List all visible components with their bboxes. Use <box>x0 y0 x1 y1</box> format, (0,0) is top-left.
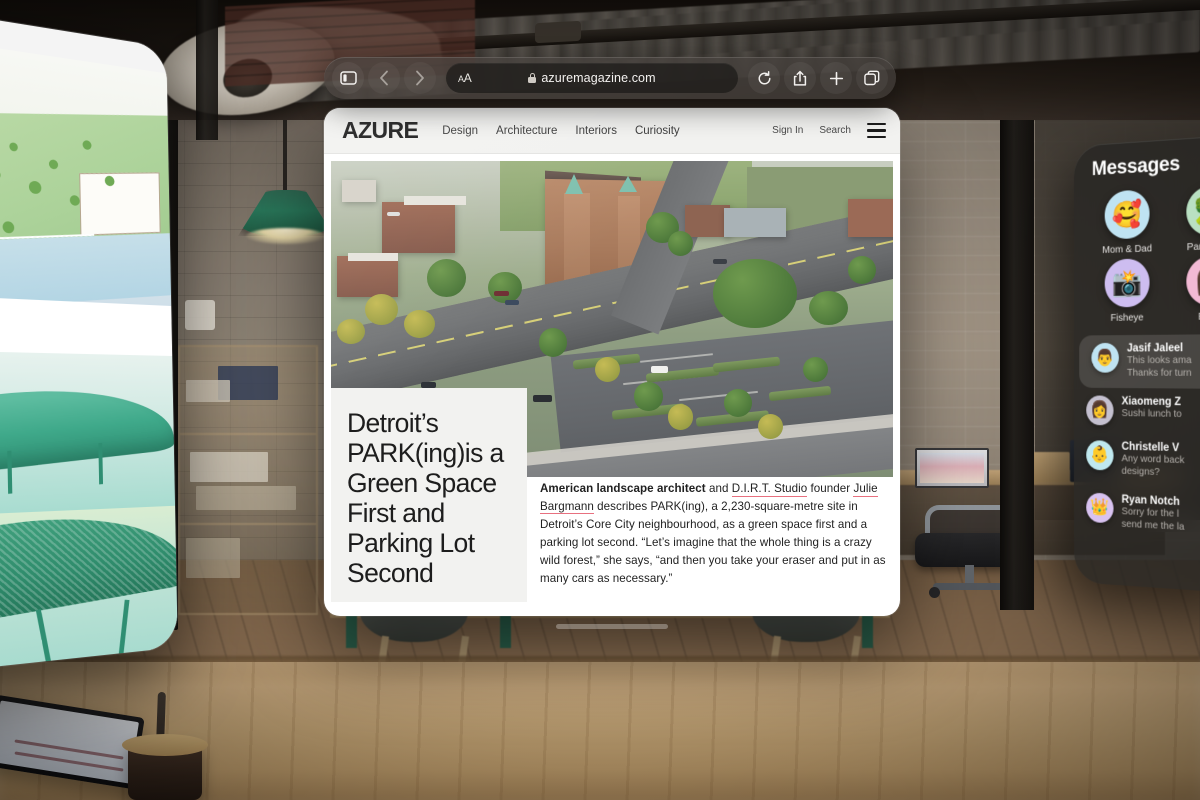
pinned-avatar: 🥦 <box>1186 184 1200 237</box>
tabs-overview-icon[interactable] <box>856 62 888 94</box>
avatar: 👨 <box>1091 342 1119 373</box>
pinned-conversation[interactable]: 🥦 Park Proje <box>1172 184 1200 254</box>
url-text: azuremagazine.com <box>541 71 656 85</box>
text-size-button[interactable]: AA <box>446 71 472 85</box>
avatar: 👑 <box>1086 492 1114 524</box>
new-tab-icon[interactable] <box>820 62 852 94</box>
pinned-name: Mom & Dad <box>1102 242 1153 256</box>
bridge-render-top <box>0 349 176 519</box>
pinned-conversation[interactable]: 📸 Fisheye <box>1091 258 1163 324</box>
lock-icon <box>528 73 537 83</box>
article-text-1: and <box>705 482 732 495</box>
pinned-name: Brian <box>1172 310 1200 323</box>
pendant-lamp-glow <box>246 228 326 244</box>
conversation-name: Xiaomeng Z <box>1121 395 1181 408</box>
article-lead-bold: American landscape architect <box>540 482 706 495</box>
article-text-2: founder <box>807 482 854 495</box>
wall-outlet <box>185 300 215 330</box>
text-size-large-a: A <box>463 71 472 85</box>
list-item[interactable]: 👨 Jasif Jaleel This looks ama Thanks for… <box>1079 334 1200 389</box>
shelf-box <box>186 538 240 578</box>
pinned-name: Fisheye <box>1110 311 1144 324</box>
pinned-avatar: 🥰 <box>1104 189 1150 240</box>
article-headline-block: Detroit’s PARK(ing)is a Green Space Firs… <box>331 388 527 603</box>
pinned-avatar: 📸 <box>1104 258 1150 308</box>
url-bar[interactable]: AA azuremagazine.com <box>446 63 738 93</box>
nav-item-architecture[interactable]: Architecture <box>496 125 557 137</box>
reload-icon[interactable] <box>748 62 780 94</box>
ceiling-pipe <box>196 0 218 140</box>
nav-item-curiosity[interactable]: Curiosity <box>635 125 680 137</box>
forward-chevron-icon[interactable] <box>404 62 436 94</box>
conversation-preview-line1: This looks ama <box>1126 354 1192 366</box>
avatar: 👶 <box>1086 440 1114 471</box>
link-dirt-studio[interactable]: D.I.R.T. Studio <box>731 482 808 497</box>
back-chevron-icon[interactable] <box>368 62 400 94</box>
site-header: AZURE Design Architecture Interiors Curi… <box>324 108 900 154</box>
hamburger-menu-icon[interactable] <box>867 122 886 139</box>
conversation-preview-line2: send me the la <box>1121 518 1185 533</box>
pinned-conversation[interactable]: 👩 Brian <box>1172 255 1200 323</box>
window-grab-bar[interactable] <box>556 624 668 629</box>
conversation-name: Jasif Jaleel <box>1126 342 1184 355</box>
left-document-window[interactable]: Presentation n Bridge ing Areas <box>0 0 178 680</box>
pinned-name: Park Proje <box>1186 240 1200 254</box>
list-item[interactable]: 👑 Ryan Notch Sorry for the l send me the… <box>1074 484 1200 545</box>
shelf-box <box>186 380 230 402</box>
safari-browser-window[interactable]: AZURE Design Architecture Interiors Curi… <box>324 108 900 616</box>
conversation-preview-line2: Thanks for turn <box>1126 367 1192 380</box>
pinned-conversations: 🥰 Mom & Dad 🥦 Park Proje 📸 Fisheye 👩 Bri… <box>1074 182 1200 334</box>
conversation-list: 👨 Jasif Jaleel This looks ama Thanks for… <box>1074 332 1200 546</box>
nav-item-design[interactable]: Design <box>442 125 478 137</box>
site-navigation: Design Architecture Interiors Curiosity <box>442 125 679 137</box>
header-actions: Sign In Search <box>772 122 886 139</box>
shelf-box <box>190 452 268 482</box>
article-headline: Detroit’s PARK(ing)is a Green Space Firs… <box>347 408 504 589</box>
list-item[interactable]: 👩 Xiaomeng Z Sushi lunch to <box>1074 388 1200 436</box>
pinned-conversation[interactable]: 🥰 Mom & Dad <box>1091 189 1163 257</box>
conversation-preview-line1: Sushi lunch to <box>1121 407 1182 420</box>
site-plan-drawing <box>0 28 172 306</box>
ceiling-beam-joint <box>535 20 581 44</box>
azure-logo[interactable]: AZURE <box>342 117 419 144</box>
safari-toolbar[interactable]: AA azuremagazine.com <box>324 57 896 99</box>
article-body-text: American landscape architect and D.I.R.T… <box>540 480 888 588</box>
list-item[interactable]: 👶 Christelle V Any word back designs? <box>1074 432 1200 491</box>
shelf-box <box>196 486 296 510</box>
conversation-preview-line2: designs? <box>1121 465 1160 479</box>
background-laptop <box>915 448 989 488</box>
share-icon[interactable] <box>784 62 816 94</box>
messages-app-window[interactable]: Messages 🥰 Mom & Dad 🥦 Park Proje 📸 Fish… <box>1073 134 1200 594</box>
tumbler-lid <box>122 734 208 756</box>
avatar: 👩 <box>1086 395 1114 426</box>
sidebar-toggle-icon[interactable] <box>332 62 364 94</box>
sign-in-link[interactable]: Sign In <box>772 125 803 136</box>
nav-item-interiors[interactable]: Interiors <box>575 125 617 137</box>
search-link[interactable]: Search <box>819 125 851 136</box>
structural-column <box>1000 70 1034 610</box>
pinned-avatar: 👩 <box>1186 255 1200 307</box>
